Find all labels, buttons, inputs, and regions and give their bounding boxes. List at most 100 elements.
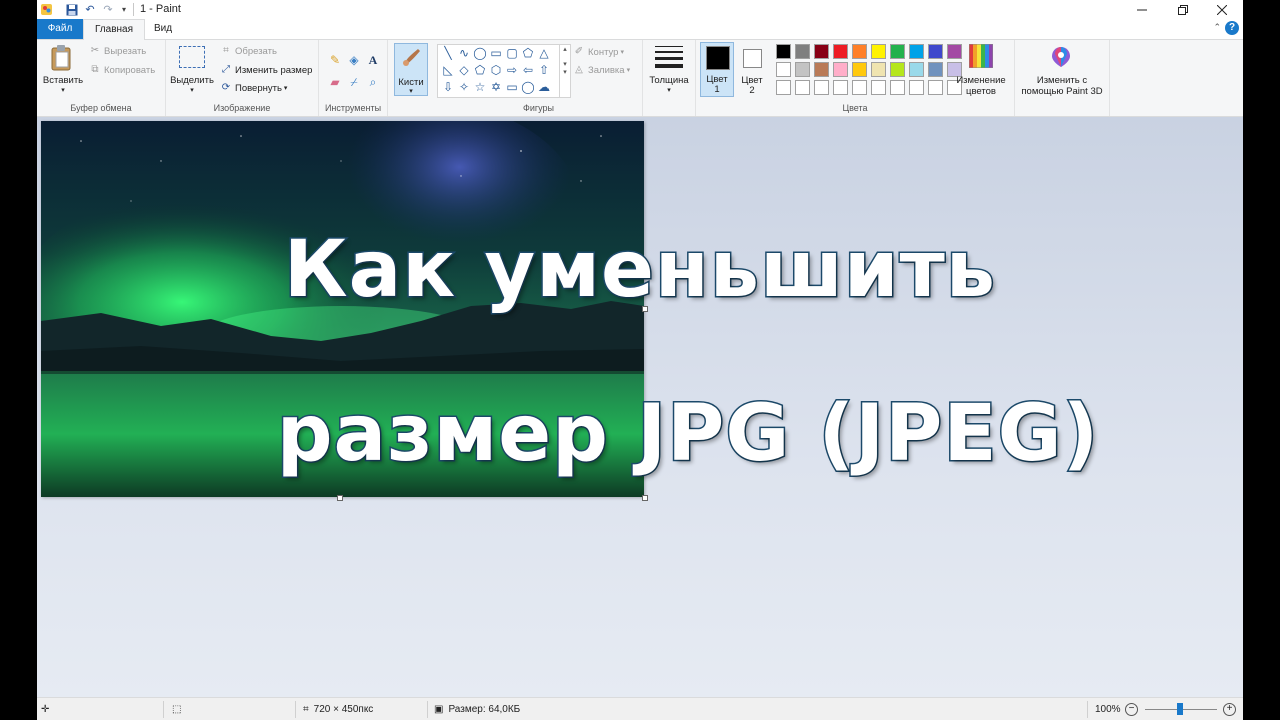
- cloud-callout-shape-icon[interactable]: ☁: [537, 80, 551, 94]
- brushes-button[interactable]: Кисти ▾: [394, 43, 428, 96]
- fill-bucket-icon[interactable]: ◈: [346, 52, 362, 68]
- six-point-star-shape-icon[interactable]: ✡: [489, 80, 503, 94]
- color-swatch[interactable]: [814, 80, 829, 95]
- oval-shape-icon[interactable]: ◯: [473, 46, 487, 60]
- color-swatch[interactable]: [852, 80, 867, 95]
- select-dropdown-icon[interactable]: ▾: [168, 85, 216, 96]
- rounded-rectangle-shape-icon[interactable]: ▢: [505, 46, 519, 60]
- resize-handle-bottom[interactable]: [337, 495, 343, 501]
- resize-handle-corner[interactable]: [642, 495, 648, 501]
- minimize-button[interactable]: [1123, 0, 1161, 19]
- up-arrow-shape-icon[interactable]: ⇧: [537, 63, 551, 77]
- color-swatch[interactable]: [852, 62, 867, 77]
- edit-colors-line2[interactable]: цветов: [953, 86, 1009, 97]
- paint3d-icon[interactable]: [1049, 45, 1073, 69]
- five-point-star-shape-icon[interactable]: ☆: [473, 80, 487, 94]
- left-arrow-shape-icon[interactable]: ⇦: [521, 63, 535, 77]
- polygon-shape-icon[interactable]: ⬠: [521, 46, 535, 60]
- color-swatch[interactable]: [776, 62, 791, 77]
- undo-icon[interactable]: ↶: [83, 2, 97, 17]
- color-swatch[interactable]: [890, 62, 905, 77]
- eraser-icon[interactable]: ▰: [327, 74, 343, 90]
- resize-button[interactable]: ⤢ Изменить размер: [220, 62, 312, 78]
- customize-quick-access-icon[interactable]: ▾: [119, 2, 129, 17]
- aurora-image[interactable]: [41, 121, 644, 497]
- select-icon[interactable]: [179, 46, 205, 68]
- color-picker-icon[interactable]: ⌿: [346, 74, 362, 90]
- color-swatch[interactable]: [814, 44, 829, 59]
- paste-icon[interactable]: [49, 44, 75, 72]
- color-swatch[interactable]: [871, 80, 886, 95]
- color-swatch[interactable]: [795, 80, 810, 95]
- collapse-ribbon-icon[interactable]: ⌃: [1213, 22, 1221, 33]
- zoom-out-button[interactable]: −: [1125, 698, 1138, 720]
- curve-shape-icon[interactable]: ∿: [457, 46, 471, 60]
- color-swatch[interactable]: [814, 62, 829, 77]
- edit-colors-icon[interactable]: [968, 43, 994, 69]
- paint-app-icon[interactable]: [39, 2, 53, 17]
- four-point-star-shape-icon[interactable]: ✧: [457, 80, 471, 94]
- tab-file[interactable]: Файл: [37, 19, 83, 39]
- color-swatch[interactable]: [795, 62, 810, 77]
- color-swatch[interactable]: [890, 80, 905, 95]
- zoom-slider-thumb[interactable]: [1177, 703, 1183, 715]
- color-swatch[interactable]: [947, 44, 962, 59]
- triangle-shape-icon[interactable]: △: [537, 46, 551, 60]
- magnifier-icon[interactable]: ⌕: [365, 74, 381, 90]
- rectangle-shape-icon[interactable]: ▭: [489, 46, 503, 60]
- restore-button[interactable]: [1164, 0, 1202, 19]
- color-swatch[interactable]: [928, 44, 943, 59]
- rotate-button[interactable]: ⟳ Повернуть ▾: [220, 80, 288, 96]
- line-shape-icon[interactable]: ╲: [441, 46, 455, 60]
- shapes-scroll[interactable]: ▴ ▾ ▾: [559, 45, 570, 97]
- size-dropdown-icon[interactable]: ▾: [643, 85, 695, 96]
- color-swatch[interactable]: [928, 80, 943, 95]
- color-swatch[interactable]: [776, 80, 791, 95]
- color2-button[interactable]: Цвет 2: [736, 42, 770, 97]
- color-swatch[interactable]: [776, 44, 791, 59]
- color1-button[interactable]: Цвет 1: [700, 42, 734, 97]
- color-swatch[interactable]: [909, 62, 924, 77]
- cut-button[interactable]: ✂ Вырезать: [89, 43, 146, 59]
- color-swatch[interactable]: [833, 44, 848, 59]
- edit-colors-line1[interactable]: Изменение: [953, 75, 1009, 86]
- redo-icon[interactable]: ↷: [101, 2, 115, 17]
- size-icon[interactable]: [655, 46, 683, 68]
- diamond-shape-icon[interactable]: ◇: [457, 63, 471, 77]
- pentagon-shape-icon[interactable]: ⬠: [473, 63, 487, 77]
- oval-callout-shape-icon[interactable]: ◯: [521, 80, 535, 94]
- save-icon[interactable]: [65, 2, 79, 17]
- paste-dropdown-icon[interactable]: ▾: [41, 85, 85, 96]
- down-arrow-shape-icon[interactable]: ⇩: [441, 80, 455, 94]
- color-swatch[interactable]: [852, 44, 867, 59]
- right-triangle-shape-icon[interactable]: ◺: [441, 63, 455, 77]
- color1-number: 1: [714, 84, 720, 95]
- fill-button[interactable]: ◬ Заливка ▾: [573, 62, 630, 78]
- color-swatch[interactable]: [890, 44, 905, 59]
- color-swatch[interactable]: [795, 44, 810, 59]
- help-icon[interactable]: ?: [1225, 21, 1239, 35]
- color-swatch[interactable]: [928, 62, 943, 77]
- paint3d-line2[interactable]: помощью Paint 3D: [1015, 86, 1109, 97]
- color-swatch[interactable]: [909, 44, 924, 59]
- right-arrow-shape-icon[interactable]: ⇨: [505, 63, 519, 77]
- copy-button[interactable]: ⧉ Копировать: [89, 62, 155, 78]
- canvas-area[interactable]: Как уменьшить размер JPG (JPEG): [37, 117, 1243, 697]
- hexagon-shape-icon[interactable]: ⬡: [489, 63, 503, 77]
- color-swatch[interactable]: [871, 62, 886, 77]
- paint3d-line1[interactable]: Изменить с: [1015, 75, 1109, 86]
- close-button[interactable]: [1203, 0, 1241, 19]
- tab-view[interactable]: Вид: [143, 19, 183, 39]
- crop-button[interactable]: ⌗ Обрезать: [220, 43, 277, 59]
- color-swatch[interactable]: [871, 44, 886, 59]
- color-swatch[interactable]: [909, 80, 924, 95]
- text-tool-icon[interactable]: A: [365, 52, 381, 68]
- resize-handle-right[interactable]: [642, 306, 648, 312]
- color-swatch[interactable]: [833, 80, 848, 95]
- color-swatch[interactable]: [833, 62, 848, 77]
- pencil-icon[interactable]: ✎: [327, 52, 343, 68]
- zoom-in-button[interactable]: +: [1223, 698, 1236, 720]
- tab-home[interactable]: Главная: [83, 19, 145, 40]
- rounded-callout-shape-icon[interactable]: ▭: [505, 80, 519, 94]
- outline-button[interactable]: ✐ Контур ▾: [573, 44, 624, 60]
